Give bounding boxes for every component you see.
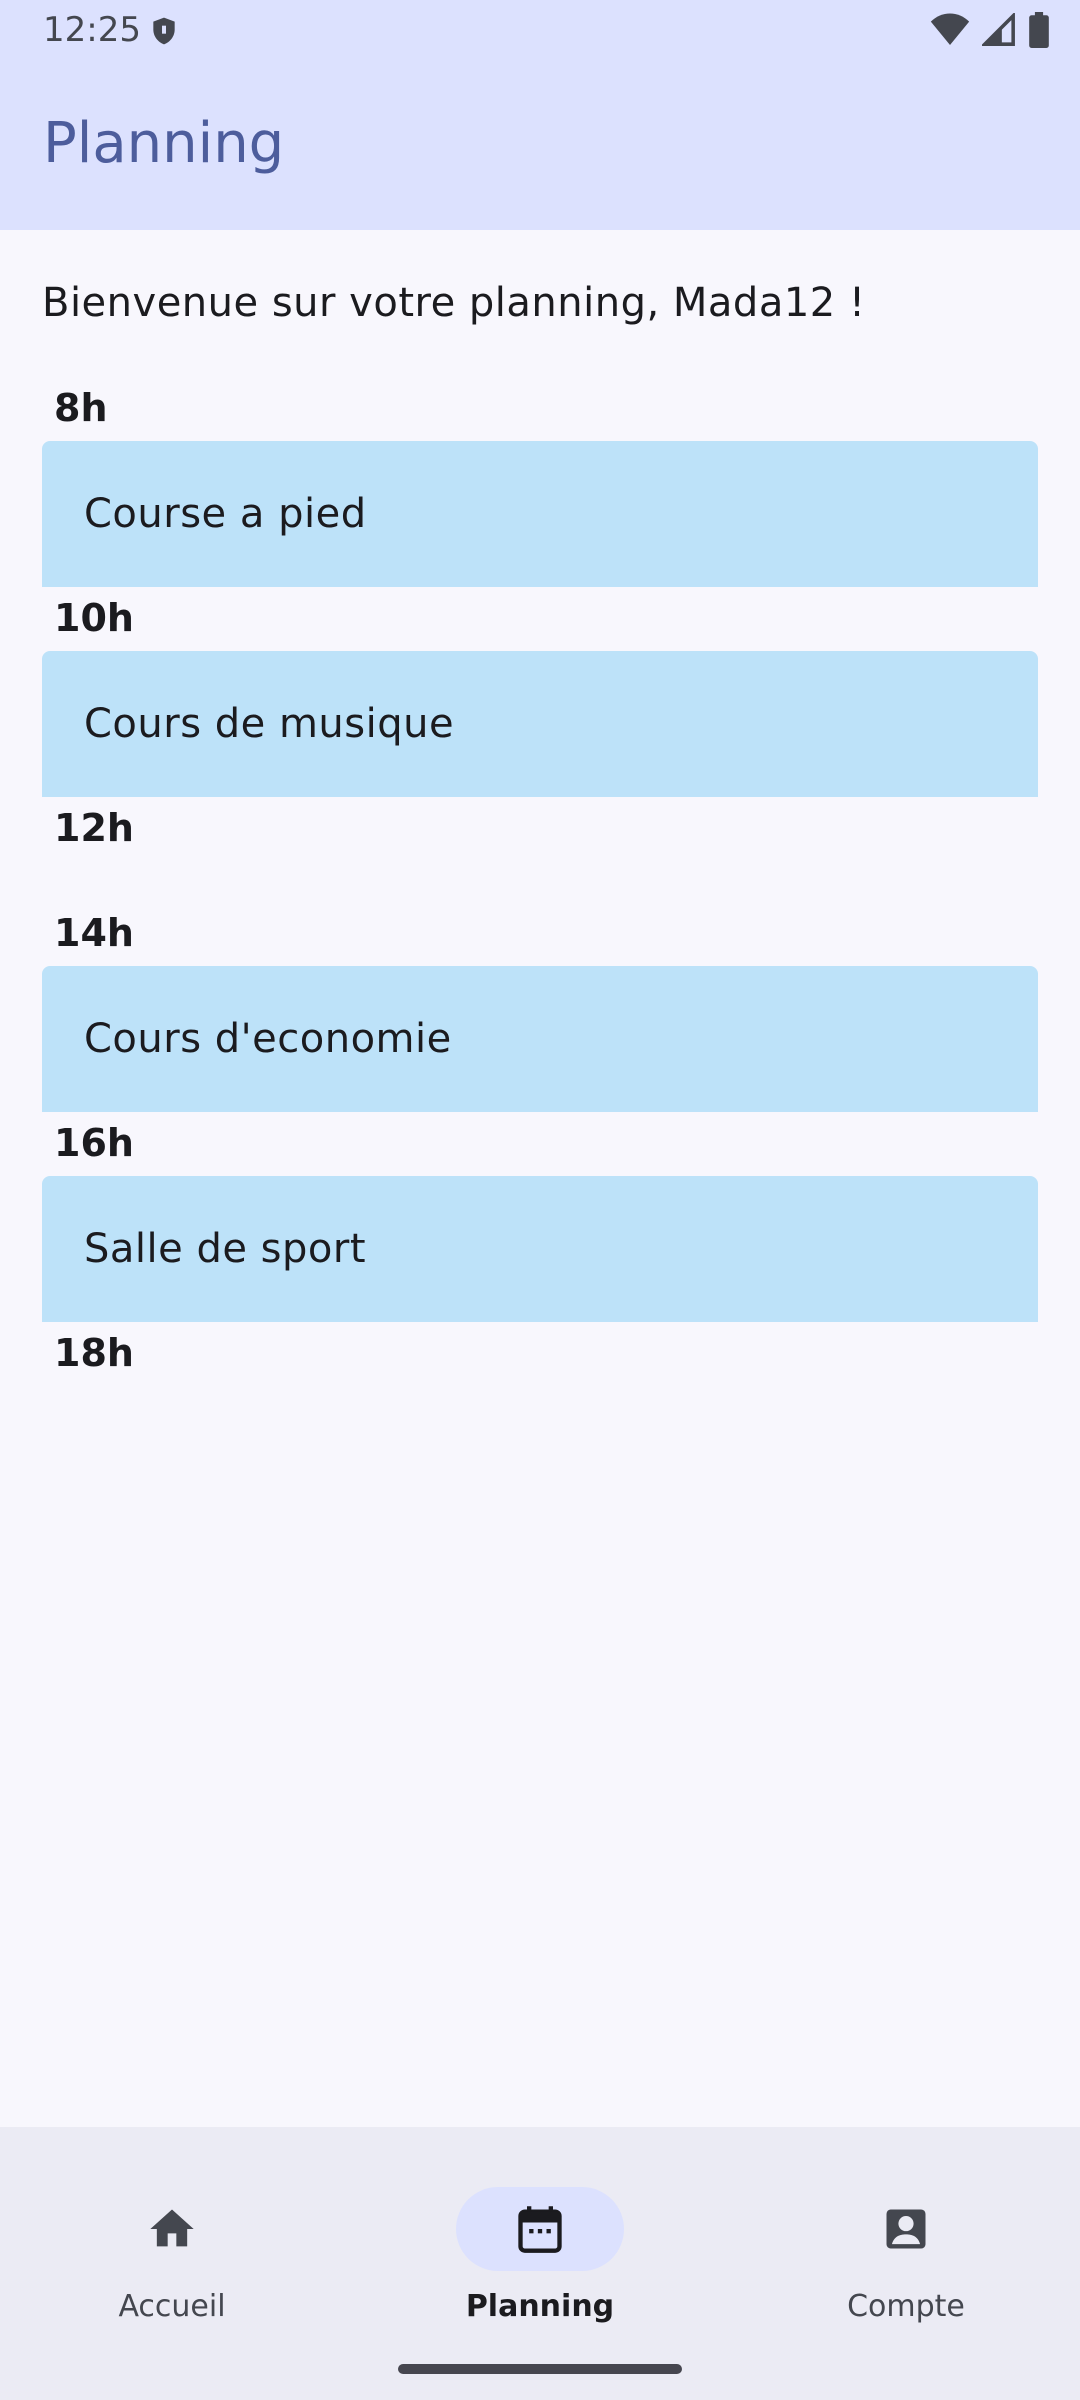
status-icons — [930, 12, 1050, 48]
account-box-icon — [886, 2209, 926, 2249]
signal-icon — [982, 13, 1015, 46]
home-indicator[interactable] — [398, 2364, 682, 2374]
hour-label: 12h — [54, 806, 134, 850]
event-title: Course a pied — [84, 491, 367, 537]
event-card[interactable]: Course a pied — [42, 441, 1038, 587]
hour-label: 8h — [54, 386, 108, 430]
hour-label: 18h — [54, 1331, 134, 1375]
nav-label: Accueil — [118, 2289, 226, 2324]
event-card[interactable]: Cours de musique — [42, 651, 1038, 797]
hour-label: 14h — [54, 911, 134, 955]
page-title: Planning — [43, 111, 285, 176]
calendar-icon — [518, 2206, 562, 2253]
nav-item-accueil[interactable]: Accueil — [42, 2157, 302, 2324]
status-bar: 12:25 — [0, 0, 1080, 60]
bottom-navigation: Accueil Planning Compte — [0, 2127, 1080, 2400]
wifi-icon — [930, 13, 970, 45]
nav-label: Compte — [847, 2289, 965, 2324]
status-time: 12:25 — [43, 10, 141, 50]
home-icon — [150, 2209, 194, 2247]
event-title: Cours de musique — [84, 701, 455, 747]
event-title: Cours d'economie — [84, 1016, 452, 1062]
hour-label: 10h — [54, 596, 134, 640]
event-card[interactable]: Salle de sport — [42, 1176, 1038, 1322]
nav-item-compte[interactable]: Compte — [776, 2157, 1036, 2324]
nav-label: Planning — [465, 2289, 615, 2324]
top-app-bar: Planning — [0, 60, 1080, 230]
battery-icon — [1029, 12, 1049, 48]
event-title: Salle de sport — [84, 1226, 366, 1272]
event-card[interactable]: Cours d'economie — [42, 966, 1038, 1112]
shield-icon — [153, 17, 175, 45]
hour-label: 16h — [54, 1121, 134, 1165]
welcome-message: Bienvenue sur votre planning, Mada12 ! — [42, 280, 866, 326]
nav-item-planning[interactable]: Planning — [410, 2157, 670, 2324]
